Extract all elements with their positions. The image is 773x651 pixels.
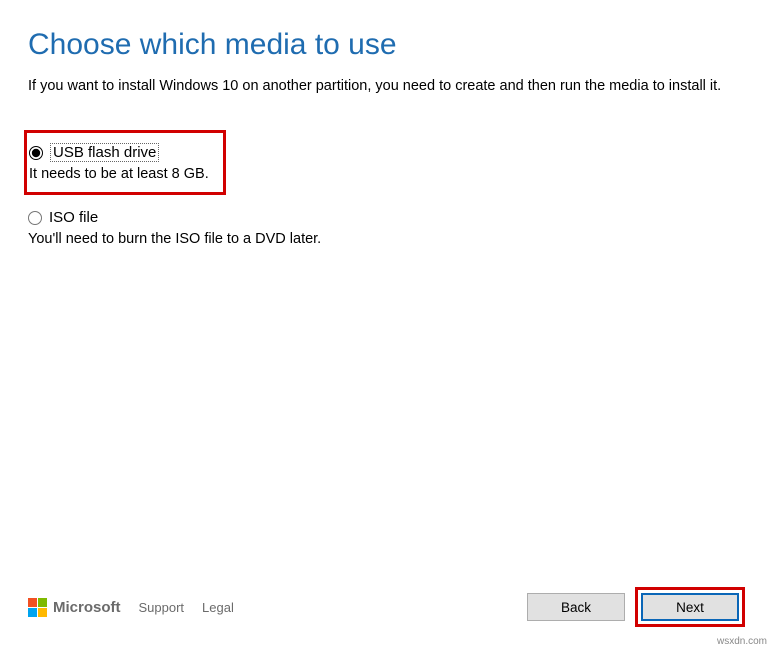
footer-right: Back Next [527, 587, 745, 627]
footer: Microsoft Support Legal Back Next [28, 587, 745, 627]
highlight-usb-option: USB flash drive It needs to be at least … [24, 130, 226, 195]
radio-usb-desc: It needs to be at least 8 GB. [29, 166, 209, 182]
microsoft-brand: Microsoft [28, 598, 121, 617]
radio-usb[interactable] [29, 146, 43, 160]
watermark: wsxdn.com [717, 636, 767, 647]
page-subtitle: If you want to install Windows 10 on ano… [28, 76, 745, 96]
highlight-next-button: Next [635, 587, 745, 627]
radio-usb-label[interactable]: USB flash drive [50, 143, 159, 162]
microsoft-brand-text: Microsoft [53, 599, 121, 616]
radio-iso-desc: You'll need to burn the ISO file to a DV… [28, 231, 745, 247]
radio-iso[interactable] [28, 211, 42, 225]
back-button[interactable]: Back [527, 593, 625, 621]
support-link[interactable]: Support [139, 600, 185, 615]
next-button[interactable]: Next [641, 593, 739, 621]
microsoft-logo-icon [28, 598, 47, 617]
radio-iso-label[interactable]: ISO file [49, 209, 98, 226]
legal-link[interactable]: Legal [202, 600, 234, 615]
page-title: Choose which media to use [28, 28, 745, 62]
footer-left: Microsoft Support Legal [28, 598, 234, 617]
